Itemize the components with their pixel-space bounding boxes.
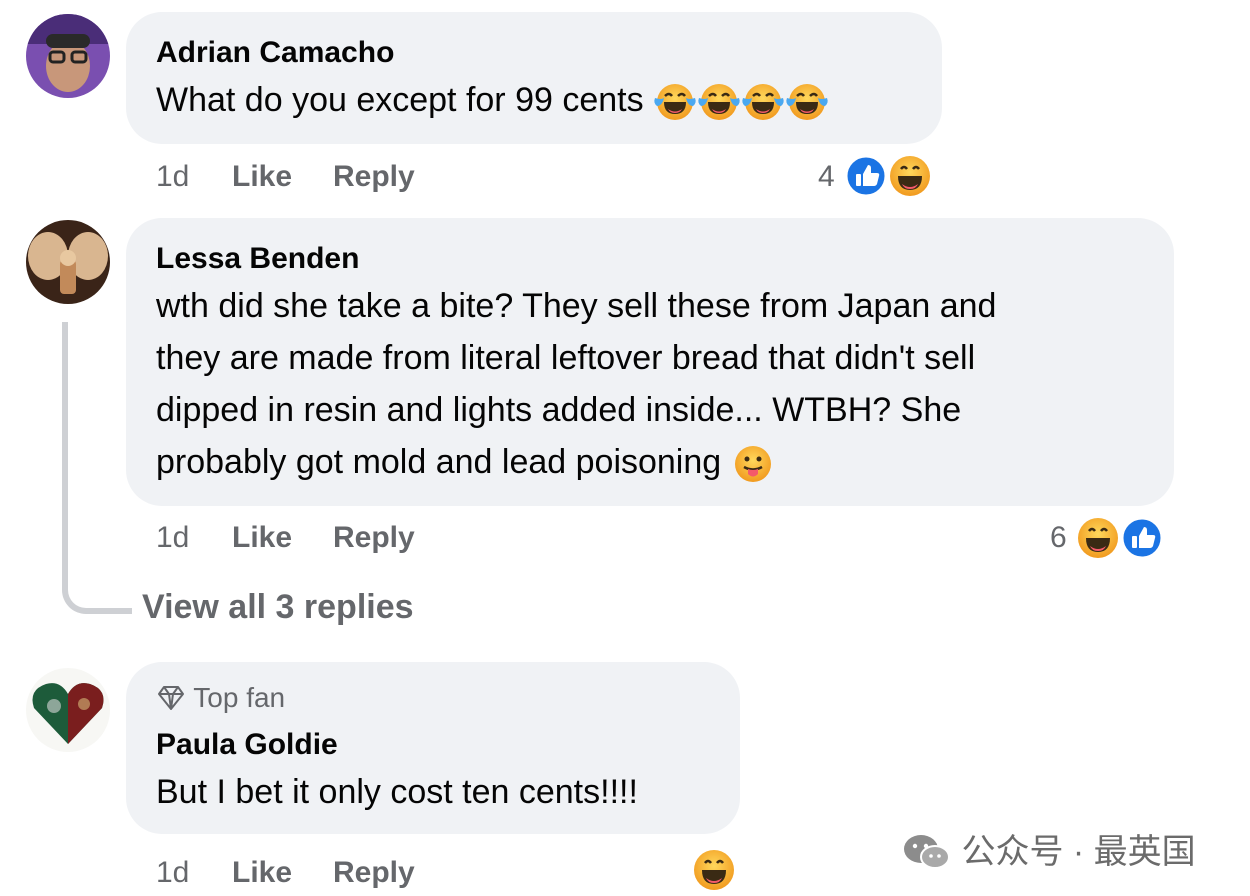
comment-author[interactable]: Lessa Benden [156,242,359,276]
comment-text-line: wth did she take a bite? They sell these… [156,287,997,325]
comment-time[interactable]: 1d [156,856,189,890]
comment-text-line: dipped in resin and lights added inside.… [156,391,962,429]
watermark: 公众号 · 最英国 [902,824,1196,873]
view-replies-link[interactable]: View all 3 replies [142,588,414,627]
like-button[interactable]: Like [232,521,292,555]
comment-text-line: they are made from literal leftover brea… [156,339,976,377]
comment-author[interactable]: Paula Goldie [156,728,338,762]
laugh-emoji-icon[interactable] [888,154,932,198]
laughing-tears-emoji-icon [653,80,697,124]
reply-button[interactable]: Reply [333,521,415,555]
laughing-tears-emoji-icon [741,80,785,124]
reply-button[interactable]: Reply [333,856,415,890]
avatar[interactable] [26,220,110,304]
comment-author[interactable]: Adrian Camacho [156,36,394,70]
like-button[interactable]: Like [232,856,292,890]
comment-time[interactable]: 1d [156,521,189,555]
avatar[interactable] [26,668,110,752]
tongue-out-emoji-icon [731,442,775,486]
like-button[interactable]: Like [232,160,292,194]
like-icon[interactable] [1120,516,1164,560]
like-icon[interactable] [844,154,888,198]
wechat-icon [904,835,950,869]
comment-text: But I bet it only cost ten cents!!!! [156,773,638,811]
comment-text: What do you except for 99 cents [156,74,829,126]
diamond-icon [158,686,184,710]
comment-time[interactable]: 1d [156,160,189,194]
reply-thread-line [62,322,132,614]
laugh-emoji-icon[interactable] [692,848,736,892]
laughing-tears-emoji-icon [697,80,741,124]
laugh-emoji-icon[interactable] [1076,516,1120,560]
comment-text-line: probably got mold and lead poisoning [156,436,775,488]
reaction-count[interactable]: 6 [1050,521,1067,555]
top-fan-badge: Top fan [156,682,285,714]
avatar[interactable] [26,14,110,98]
reaction-count[interactable]: 4 [818,160,835,194]
reply-button[interactable]: Reply [333,160,415,194]
laughing-tears-emoji-icon [785,80,829,124]
